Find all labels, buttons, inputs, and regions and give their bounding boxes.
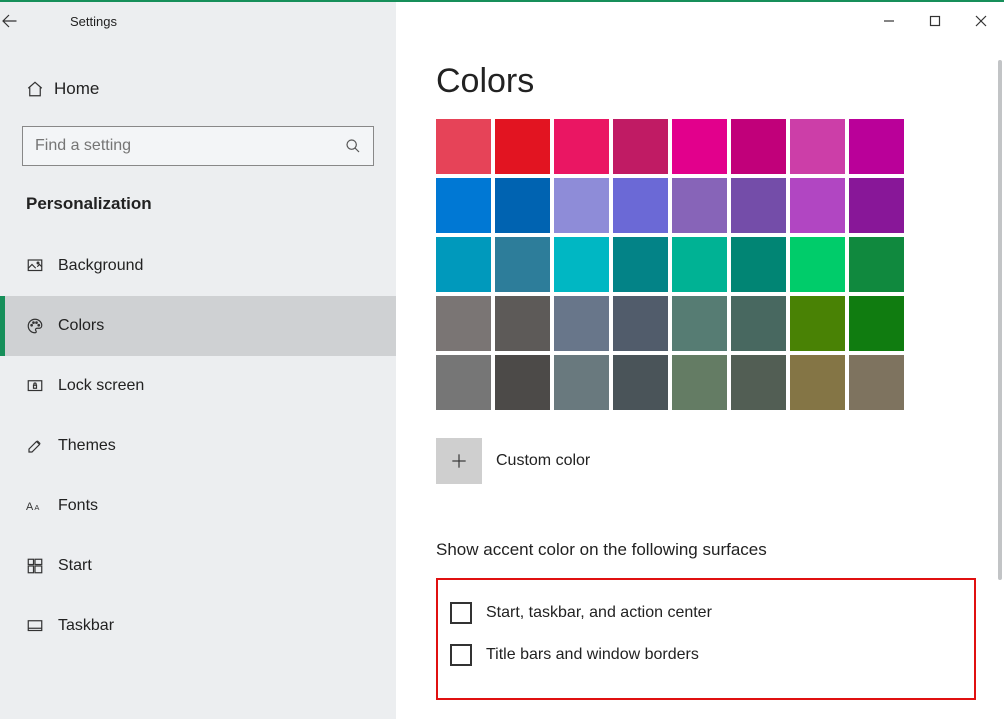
color-swatch[interactable]: [436, 296, 491, 351]
color-swatch[interactable]: [554, 237, 609, 292]
back-button[interactable]: [0, 12, 48, 30]
color-swatch[interactable]: [554, 296, 609, 351]
color-swatch[interactable]: [613, 119, 668, 174]
color-swatch[interactable]: [849, 296, 904, 351]
accent-surfaces-heading: Show accent color on the following surfa…: [436, 540, 980, 560]
titlebar: Settings: [0, 2, 1004, 40]
fonts-icon: AA: [26, 498, 58, 514]
sidebar-item-fonts[interactable]: AAFonts: [0, 476, 396, 536]
svg-text:A: A: [34, 503, 39, 512]
lockscreen-icon: [26, 377, 58, 395]
color-swatch[interactable]: [731, 119, 786, 174]
sidebar-item-label: Lock screen: [58, 377, 144, 395]
color-swatch[interactable]: [849, 355, 904, 410]
color-swatch[interactable]: [731, 355, 786, 410]
sidebar-item-themes[interactable]: Themes: [0, 416, 396, 476]
sidebar-item-background[interactable]: Background: [0, 236, 396, 296]
scrollbar[interactable]: [998, 60, 1002, 580]
color-swatch[interactable]: [613, 178, 668, 233]
sidebar-item-start[interactable]: Start: [0, 536, 396, 596]
color-swatch-grid: [436, 119, 980, 410]
nav-list: BackgroundColorsLock screenThemesAAFonts…: [0, 236, 396, 719]
color-swatch[interactable]: [436, 355, 491, 410]
maximize-button[interactable]: [912, 5, 958, 37]
color-swatch[interactable]: [613, 237, 668, 292]
background-icon: [26, 257, 58, 275]
sidebar-item-label: Themes: [58, 437, 116, 455]
color-swatch[interactable]: [790, 119, 845, 174]
color-swatch[interactable]: [672, 178, 727, 233]
page-title: Colors: [436, 62, 980, 101]
colors-icon: [26, 317, 58, 335]
checkbox-box[interactable]: [450, 644, 472, 666]
accent-surface-options: Start, taskbar, and action center Title b…: [436, 578, 976, 700]
checkbox-start-taskbar[interactable]: Start, taskbar, and action center: [450, 592, 960, 634]
minimize-button[interactable]: [866, 5, 912, 37]
custom-color-label: Custom color: [496, 452, 590, 470]
sidebar-item-colors[interactable]: Colors: [0, 296, 396, 356]
color-swatch[interactable]: [849, 237, 904, 292]
close-button[interactable]: [958, 5, 1004, 37]
color-swatch[interactable]: [436, 237, 491, 292]
sidebar-item-label: Colors: [58, 317, 104, 335]
color-swatch[interactable]: [495, 119, 550, 174]
custom-color-row: Custom color: [436, 438, 980, 484]
search-input-wrap[interactable]: [22, 126, 374, 166]
color-swatch[interactable]: [849, 178, 904, 233]
main-content: Colors Custom color Show accent color on…: [396, 2, 1004, 719]
color-swatch[interactable]: [731, 237, 786, 292]
color-swatch[interactable]: [554, 355, 609, 410]
section-title: Personalization: [0, 184, 396, 236]
search-icon: [345, 138, 361, 154]
checkbox-label: Title bars and window borders: [486, 646, 699, 664]
search-input[interactable]: [35, 137, 345, 155]
sidebar-item-label: Taskbar: [58, 617, 114, 635]
home-label: Home: [54, 79, 99, 99]
color-swatch[interactable]: [495, 237, 550, 292]
color-swatch[interactable]: [672, 119, 727, 174]
color-swatch[interactable]: [554, 178, 609, 233]
custom-color-button[interactable]: [436, 438, 482, 484]
sidebar-item-label: Start: [58, 557, 92, 575]
color-swatch[interactable]: [672, 355, 727, 410]
sidebar-item-lockscreen[interactable]: Lock screen: [0, 356, 396, 416]
color-swatch[interactable]: [790, 355, 845, 410]
color-swatch[interactable]: [672, 296, 727, 351]
color-swatch[interactable]: [790, 178, 845, 233]
color-swatch[interactable]: [554, 119, 609, 174]
themes-icon: [26, 437, 58, 455]
taskbar-icon: [26, 617, 58, 635]
window-controls: [866, 5, 1004, 37]
window-title: Settings: [70, 14, 117, 29]
checkbox-box[interactable]: [450, 602, 472, 624]
color-swatch[interactable]: [849, 119, 904, 174]
color-swatch[interactable]: [672, 237, 727, 292]
color-swatch[interactable]: [436, 178, 491, 233]
home-icon: [26, 80, 54, 98]
color-swatch[interactable]: [613, 355, 668, 410]
color-swatch[interactable]: [790, 237, 845, 292]
color-swatch[interactable]: [495, 178, 550, 233]
color-swatch[interactable]: [731, 296, 786, 351]
color-swatch[interactable]: [436, 119, 491, 174]
sidebar-item-label: Fonts: [58, 497, 98, 515]
color-swatch[interactable]: [495, 355, 550, 410]
svg-text:A: A: [26, 501, 34, 513]
sidebar: Home Personalization Background Colors Loc…: [0, 2, 396, 719]
checkbox-title-bars[interactable]: Title bars and window borders: [450, 634, 960, 676]
color-swatch[interactable]: [731, 178, 786, 233]
color-swatch[interactable]: [790, 296, 845, 351]
checkbox-label: Start, taskbar, and action center: [486, 604, 712, 622]
color-swatch[interactable]: [495, 296, 550, 351]
home-link[interactable]: Home: [0, 62, 396, 116]
sidebar-item-taskbar[interactable]: Taskbar: [0, 596, 396, 656]
sidebar-item-label: Background: [58, 257, 143, 275]
color-swatch[interactable]: [613, 296, 668, 351]
start-icon: [26, 557, 58, 575]
